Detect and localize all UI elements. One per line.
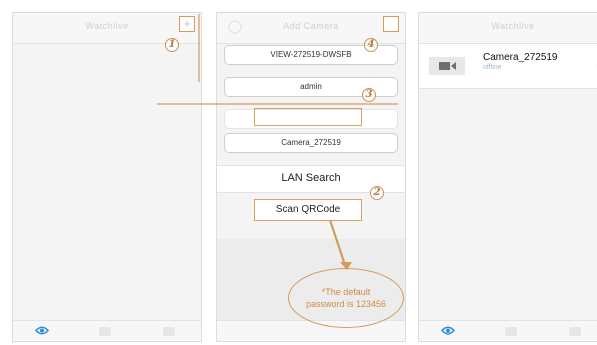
camera-name-field[interactable]: Camera_272519 [224,133,398,153]
step-badge-1: 1 [165,38,179,52]
eye-icon[interactable] [441,325,455,336]
plus-icon[interactable]: + [179,16,195,32]
screen-camera-list: Watchlive Camera_272519 offline › [418,12,597,342]
tab-bar [13,320,201,341]
tab-bar [419,320,597,341]
nav-title: Watchlive [85,21,129,31]
note-text: *The default password is 123456 [305,287,387,309]
navbar: Add Camera [217,13,405,44]
navbar: Watchlive [419,13,597,44]
nav-title: Add Camera [283,21,339,31]
step-badge-3: 3 [362,88,376,102]
step-badge-2: 2 [370,186,384,200]
camera-list-item[interactable]: Camera_272519 offline › [419,44,597,89]
default-password-note: *The default password is 123456 [288,268,404,328]
tab-icon[interactable] [99,327,111,336]
tab-icon[interactable] [505,327,517,336]
camera-status: offline [483,64,502,71]
back-icon[interactable] [227,19,243,35]
done-icon[interactable] [383,16,399,32]
eye-icon[interactable] [35,325,49,336]
nav-title: Watchlive [491,21,535,31]
video-camera-icon [439,62,456,70]
screen-camera-list-empty: Watchlive + [12,12,202,342]
step-badge-4: 4 [364,38,378,52]
scan-qrcode-button[interactable]: Scan QRCode [254,199,362,221]
tab-icon[interactable] [163,327,175,336]
tab-icon[interactable] [569,327,581,336]
camera-thumbnail [429,57,465,75]
camera-name: Camera_272519 [483,52,558,63]
password-highlight [254,108,362,126]
